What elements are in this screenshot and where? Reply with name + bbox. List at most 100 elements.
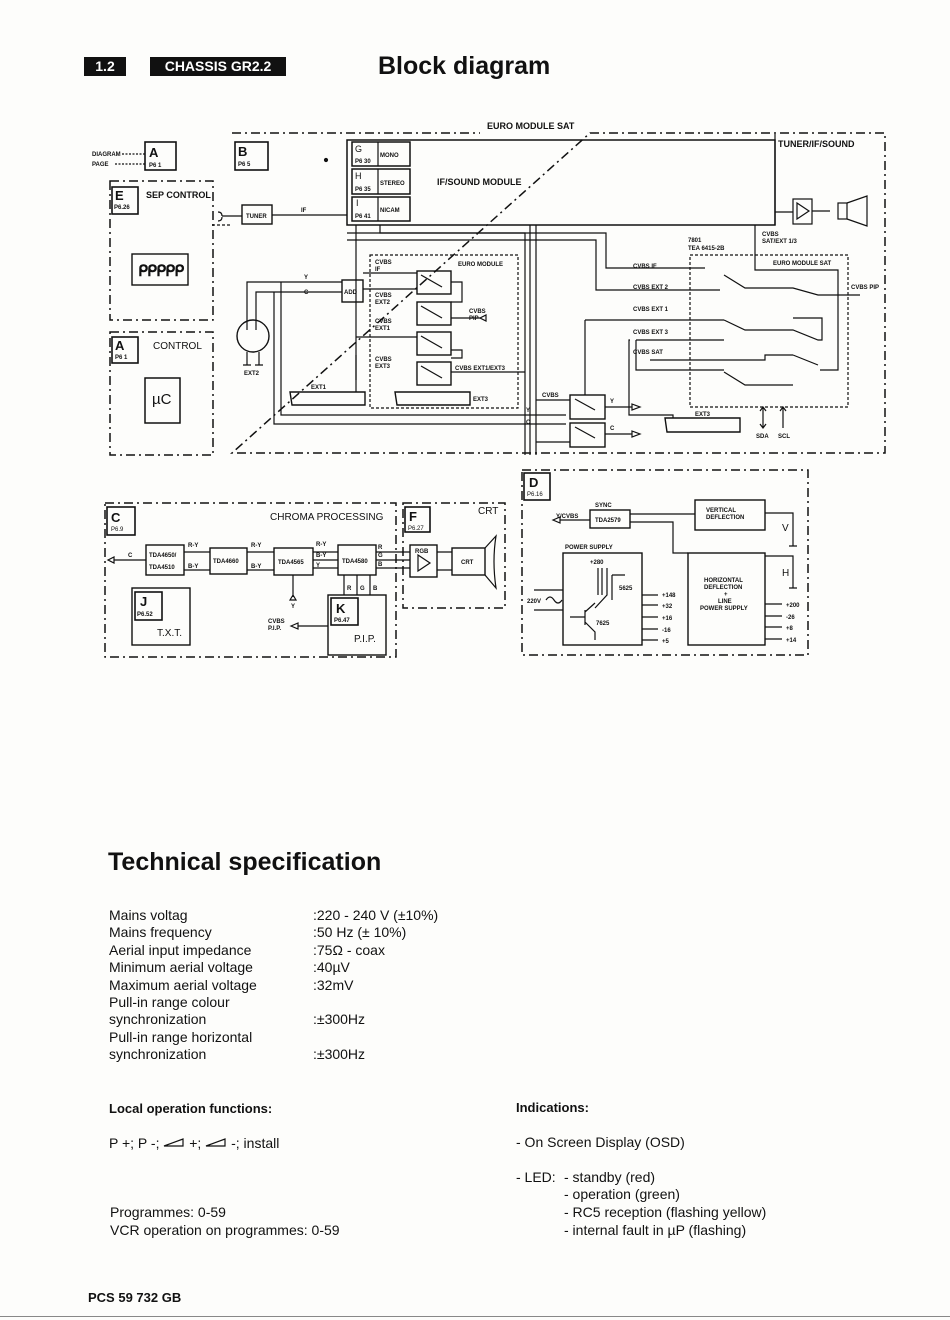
svg-text:+280: +280 xyxy=(590,560,604,566)
svg-text:CRT: CRT xyxy=(461,560,474,566)
svg-text:TDA4660: TDA4660 xyxy=(213,559,239,565)
svg-text:CVBS: CVBS xyxy=(375,319,392,325)
indication-led-item: - RC5 reception (flashing yellow) xyxy=(564,1204,767,1220)
svg-text:DEFLECTION: DEFLECTION xyxy=(704,585,742,591)
svg-text:B: B xyxy=(238,144,247,159)
svg-text:+5: +5 xyxy=(662,639,670,645)
block-diagram: DIAGRAM PAGE A P6 1 E P6.26 SEP CONTROL … xyxy=(92,121,886,658)
svg-text:PAGE: PAGE xyxy=(92,162,109,168)
svg-text:CVBS EXT 3: CVBS EXT 3 xyxy=(633,330,669,336)
spec-row: Minimum aerial voltage:40µV xyxy=(109,959,350,976)
svg-text:P6 1: P6 1 xyxy=(115,355,128,361)
svg-text:VERTICAL: VERTICAL xyxy=(706,508,736,514)
svg-text:C: C xyxy=(111,510,121,525)
svg-text:TDA2579: TDA2579 xyxy=(595,518,621,524)
svg-text:+: + xyxy=(724,592,728,598)
svg-text:B-Y: B-Y xyxy=(188,564,198,570)
svg-text:CONTROL: CONTROL xyxy=(153,341,202,352)
indication-led-item: - operation (green) xyxy=(564,1186,680,1202)
svg-text:SEP CONTROL: SEP CONTROL xyxy=(146,190,211,200)
svg-text:-16: -16 xyxy=(662,628,671,634)
svg-text:SYNC: SYNC xyxy=(595,503,612,509)
svg-text:EXT2: EXT2 xyxy=(244,371,260,377)
svg-text:K: K xyxy=(336,601,346,616)
svg-text:CHROMA PROCESSING: CHROMA PROCESSING xyxy=(270,512,384,523)
svg-text:+16: +16 xyxy=(662,616,673,622)
svg-text:EURO MODULE: EURO MODULE xyxy=(458,262,503,268)
horizontal-outputs: +200 -26 +8 +14 xyxy=(765,603,800,644)
svg-text:R-Y: R-Y xyxy=(188,543,198,549)
svg-text:J: J xyxy=(140,594,147,609)
svg-text:CVBS: CVBS xyxy=(469,309,486,315)
svg-text:P.I.P.: P.I.P. xyxy=(354,634,376,645)
svg-text:-26: -26 xyxy=(786,615,795,621)
svg-text:B: B xyxy=(378,562,383,568)
svg-text:EXT2: EXT2 xyxy=(375,300,391,306)
block-b-tuner-if-sound: EURO MODULE SAT B P6 5 TUNER/IF/SOUND IF… xyxy=(212,121,886,455)
svg-text:F: F xyxy=(409,509,417,524)
local-operation-functions: P +; P -; +; -; install xyxy=(109,1135,280,1151)
ext1-scart-connector-icon xyxy=(289,391,366,406)
svg-text:G: G xyxy=(378,553,383,559)
svg-text:Y: Y xyxy=(316,563,320,569)
svg-text:EXT3: EXT3 xyxy=(375,364,391,370)
svg-text:P6.16: P6.16 xyxy=(527,492,543,498)
svg-text:EXT3: EXT3 xyxy=(695,412,711,418)
svg-text:TUNER/IF/SOUND: TUNER/IF/SOUND xyxy=(778,139,855,149)
svg-text:EXT3: EXT3 xyxy=(473,397,489,403)
transistor-icon xyxy=(570,602,596,640)
spec-row: Mains frequency:50 Hz (± 10%) xyxy=(109,924,407,941)
ext3-sat-scart-connector-icon xyxy=(664,417,741,433)
svg-text:CVBS SAT: CVBS SAT xyxy=(633,350,663,356)
svg-text:D: D xyxy=(529,475,538,490)
sub-module-h: H P6 35 STEREO xyxy=(351,168,411,195)
svg-text:POWER SUPPLY: POWER SUPPLY xyxy=(565,545,613,551)
svg-text:P6 30: P6 30 xyxy=(355,159,371,165)
svg-text:ADD: ADD xyxy=(344,290,358,296)
svg-text:SCL: SCL xyxy=(778,434,790,440)
svg-text:C: C xyxy=(526,420,531,426)
svg-text:SAT/EXT 1/3: SAT/EXT 1/3 xyxy=(762,239,798,245)
svg-text:R-Y: R-Y xyxy=(251,543,261,549)
svg-text:H: H xyxy=(355,171,362,181)
spec-title: Technical specification xyxy=(108,848,382,876)
svg-text:CVBS: CVBS xyxy=(268,619,285,625)
svg-text:DEFLECTION: DEFLECTION xyxy=(706,515,744,521)
svg-text:POWER SUPPLY: POWER SUPPLY xyxy=(700,606,748,612)
svg-text:TEA 6415-2B: TEA 6415-2B xyxy=(688,246,725,252)
block-d-deflection-power: D P6.16 SYNC Y/CVBS TDA2579 VERTICAL DEF… xyxy=(521,469,809,656)
ext3-scart-connector-icon xyxy=(394,391,471,406)
svg-text:P6 41: P6 41 xyxy=(355,214,371,220)
ext2-din-connector-icon xyxy=(236,319,270,353)
svg-text:B-Y: B-Y xyxy=(316,553,326,559)
indications-title: Indications: xyxy=(516,1100,589,1115)
antenna-input-icon xyxy=(217,211,242,222)
svg-text:P6.27: P6.27 xyxy=(408,526,424,532)
block-f-crt: F P6.27 CRT RGB CRT xyxy=(402,502,506,609)
volume-icon xyxy=(164,1138,184,1147)
svg-text:+8: +8 xyxy=(786,626,794,632)
svg-text:R-Y: R-Y xyxy=(316,542,326,548)
svg-text:V: V xyxy=(782,523,789,534)
svg-text:P6.52: P6.52 xyxy=(137,612,153,618)
svg-text:IF: IF xyxy=(301,208,307,214)
indication-led-label: - LED: xyxy=(516,1169,556,1185)
svg-text:CVBS EXT 2: CVBS EXT 2 xyxy=(633,285,669,291)
svg-text:T.X.T.: T.X.T. xyxy=(157,628,182,639)
svg-text:TUNER: TUNER xyxy=(246,214,267,220)
svg-text:CVBS EXT 1: CVBS EXT 1 xyxy=(633,307,669,313)
page-edge-divider xyxy=(0,1316,950,1317)
svg-text:R: R xyxy=(347,586,352,592)
svg-text:LINE: LINE xyxy=(718,599,732,605)
svg-text:+32: +32 xyxy=(662,604,673,610)
svg-text:7625: 7625 xyxy=(596,621,610,627)
svg-text:I: I xyxy=(356,198,359,208)
spec-row: Aerial input impedance:75Ω - coax xyxy=(109,941,385,958)
svg-text:E: E xyxy=(115,188,124,203)
svg-text:IF: IF xyxy=(375,267,381,273)
svg-text:Y: Y xyxy=(526,408,530,414)
svg-text:P6.26: P6.26 xyxy=(114,205,130,211)
svg-text:EURO MODULE SAT: EURO MODULE SAT xyxy=(487,121,575,131)
svg-text:IF/SOUND MODULE: IF/SOUND MODULE xyxy=(437,177,522,187)
svg-text:P6 5: P6 5 xyxy=(238,162,251,168)
